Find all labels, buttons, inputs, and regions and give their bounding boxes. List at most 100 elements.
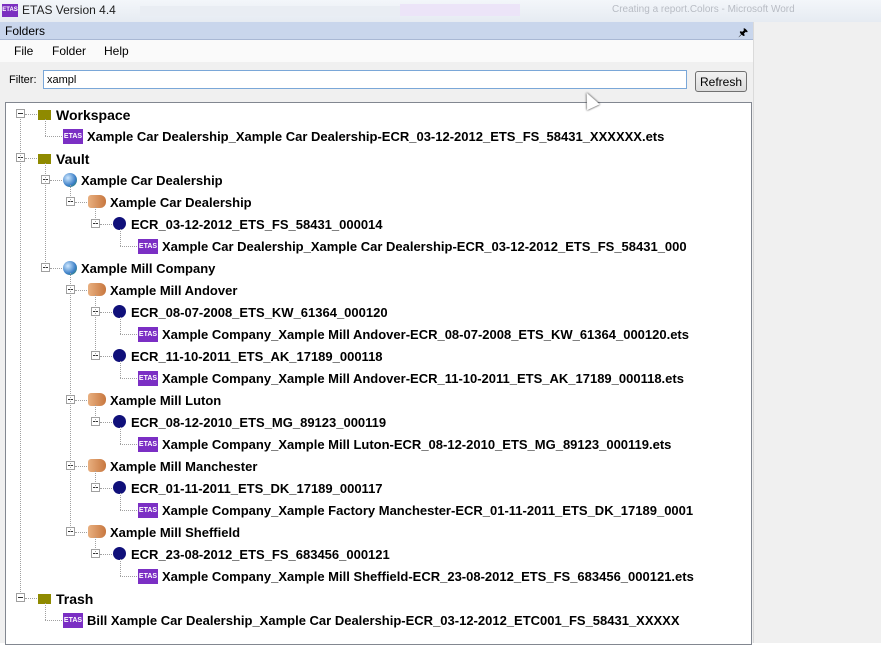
menu-bar: File Folder Help: [0, 40, 753, 62]
tree-row[interactable]: Workspace: [6, 104, 751, 126]
menu-folder[interactable]: Folder: [52, 44, 86, 58]
tree-connector: [25, 114, 37, 115]
tree-connector: [45, 620, 62, 621]
refresh-button[interactable]: Refresh: [695, 71, 747, 92]
tree-row[interactable]: ETAS Xample Company_Xample Mill Andover-E…: [6, 368, 751, 390]
tree-row[interactable]: ETAS Xample Company_Xample Factory Manche…: [6, 500, 751, 522]
tree-guide: [120, 317, 121, 334]
tree-connector: [100, 422, 112, 423]
tree-item-label: Xample Car Dealership_Xample Car Dealers…: [87, 129, 665, 144]
tree-item-label: Xample Car Dealership_Xample Car Dealers…: [162, 239, 687, 254]
tree-guide: [120, 229, 121, 246]
pane-title: Folders: [5, 24, 46, 38]
tree-item-label: ECR_08-07-2008_ETS_KW_61364_000120: [131, 305, 388, 320]
tree-row[interactable]: Xample Car Dealership: [6, 192, 751, 214]
tree-item-label: Xample Company_Xample Mill Sheffield-ECR…: [162, 569, 694, 584]
tree-row[interactable]: Xample Car Dealership: [6, 170, 751, 192]
tree-row[interactable]: ECR_23-08-2012_ETS_FS_683456_000121: [6, 544, 751, 566]
folders-pane: Folders 🖈 File Folder Help Filter: Refre…: [0, 22, 753, 645]
tree-row[interactable]: Xample Mill Luton: [6, 390, 751, 412]
tree-row[interactable]: Xample Mill Sheffield: [6, 522, 751, 544]
etas-app-icon: ETAS: [2, 4, 18, 17]
tree-item-label: Xample Mill Luton: [110, 393, 222, 408]
etas-file-icon: ETAS: [63, 129, 83, 144]
filter-input[interactable]: [43, 70, 687, 89]
tree-item-label: ECR_11-10-2011_ETS_AK_17189_000118: [131, 349, 383, 364]
right-empty-area: [753, 22, 881, 643]
menu-help[interactable]: Help: [104, 44, 129, 58]
tree-row[interactable]: Xample Mill Company: [6, 258, 751, 280]
tree-guide: [70, 273, 71, 532]
etas-file-icon: ETAS: [138, 371, 158, 386]
tree-row[interactable]: ETAS Bill Xample Car Dealership_Xample Ca…: [6, 610, 751, 632]
tree-connector: [120, 444, 137, 445]
tree-connector: [45, 136, 62, 137]
tree-connector: [25, 598, 37, 599]
folder-tree[interactable]: Workspace ETAS Xample Car Dealership_Xampl…: [5, 102, 752, 645]
handshake-icon: [88, 283, 106, 296]
etas-file-icon: ETAS: [138, 569, 158, 584]
tree-guide: [120, 361, 121, 378]
tree-guide: [95, 207, 96, 224]
tree-connector: [100, 312, 112, 313]
tree-item-label: Xample Company_Xample Factory Manchester…: [162, 503, 694, 518]
tree-connector: [75, 202, 87, 203]
tree-connector: [120, 334, 137, 335]
tree-connector: [75, 400, 87, 401]
tree-row[interactable]: ETAS Xample Car Dealership_Xample Car Dea…: [6, 236, 751, 258]
tree-guide: [95, 405, 96, 422]
tree-item-label: Xample Company_Xample Mill Andover-ECR_0…: [162, 327, 689, 342]
tree-item-label: Xample Company_Xample Mill Andover-ECR_1…: [162, 371, 684, 386]
tree-item-label: Trash: [56, 591, 94, 607]
tree-connector: [120, 378, 137, 379]
tree-guide: [45, 163, 46, 268]
tree-item-label: Xample Company_Xample Mill Luton-ECR_08-…: [162, 437, 672, 452]
menu-file[interactable]: File: [14, 44, 33, 58]
tree-row[interactable]: ETAS Xample Car Dealership_Xample Car Dea…: [6, 126, 751, 148]
tree-row[interactable]: ETAS Xample Company_Xample Mill Sheffield…: [6, 566, 751, 588]
tree-item-label: ECR_23-08-2012_ETS_FS_683456_000121: [131, 547, 390, 562]
etas-file-icon: ETAS: [138, 327, 158, 342]
tree-row[interactable]: ECR_01-11-2011_ETS_DK_17189_000117: [6, 478, 751, 500]
tree-connector: [120, 576, 137, 577]
collapse-toggle-icon[interactable]: [16, 593, 25, 602]
tree-connector: [50, 180, 62, 181]
background-window-blur: [400, 4, 520, 16]
tree-guide: [95, 295, 96, 356]
tree-item-label: Vault: [56, 151, 90, 167]
background-window-title: Creating a report.Colors - Microsoft Wor…: [612, 4, 795, 15]
tree-guide: [20, 119, 21, 594]
tree-connector: [50, 268, 62, 269]
tree-row[interactable]: ETAS Xample Company_Xample Mill Andover-E…: [6, 324, 751, 346]
tree-row[interactable]: ECR_03-12-2012_ETS_FS_58431_000014: [6, 214, 751, 236]
tree-item-label: ECR_03-12-2012_ETS_FS_58431_000014: [131, 217, 383, 232]
tree-row[interactable]: ECR_11-10-2011_ETS_AK_17189_000118: [6, 346, 751, 368]
etas-file-icon: ETAS: [63, 613, 83, 628]
tree-guide: [120, 559, 121, 576]
tree-guide: [95, 537, 96, 554]
handshake-icon: [88, 195, 106, 208]
tree-item-label: Xample Car Dealership: [81, 173, 223, 188]
tree-connector: [75, 290, 87, 291]
tree-row[interactable]: ECR_08-12-2010_ETS_MG_89123_000119: [6, 412, 751, 434]
tree-connector: [120, 246, 137, 247]
tree-row[interactable]: Trash: [6, 588, 751, 610]
folders-pane-header: Folders 🖈: [0, 22, 753, 40]
tree-item-label: Workspace: [56, 107, 131, 123]
tree-item-label: Xample Car Dealership: [110, 195, 252, 210]
tree-row[interactable]: ECR_08-07-2008_ETS_KW_61364_000120: [6, 302, 751, 324]
etas-file-icon: ETAS: [138, 239, 158, 254]
tree-connector: [100, 356, 112, 357]
tree-row[interactable]: Xample Mill Andover: [6, 280, 751, 302]
tree-guide: [45, 603, 46, 620]
collapse-toggle-icon[interactable]: [16, 109, 25, 118]
tree-connector: [100, 224, 112, 225]
tree-item-label: ECR_08-12-2010_ETS_MG_89123_000119: [131, 415, 387, 430]
tree-item-label: Xample Mill Company: [81, 261, 216, 276]
tree-row[interactable]: ETAS Xample Company_Xample Mill Luton-ECR…: [6, 434, 751, 456]
tree-guide: [120, 427, 121, 444]
filter-label: Filter:: [9, 74, 37, 86]
window-title: ETAS Version 4.4: [22, 3, 116, 17]
tree-row[interactable]: Xample Mill Manchester: [6, 456, 751, 478]
tree-row[interactable]: Vault: [6, 148, 751, 170]
